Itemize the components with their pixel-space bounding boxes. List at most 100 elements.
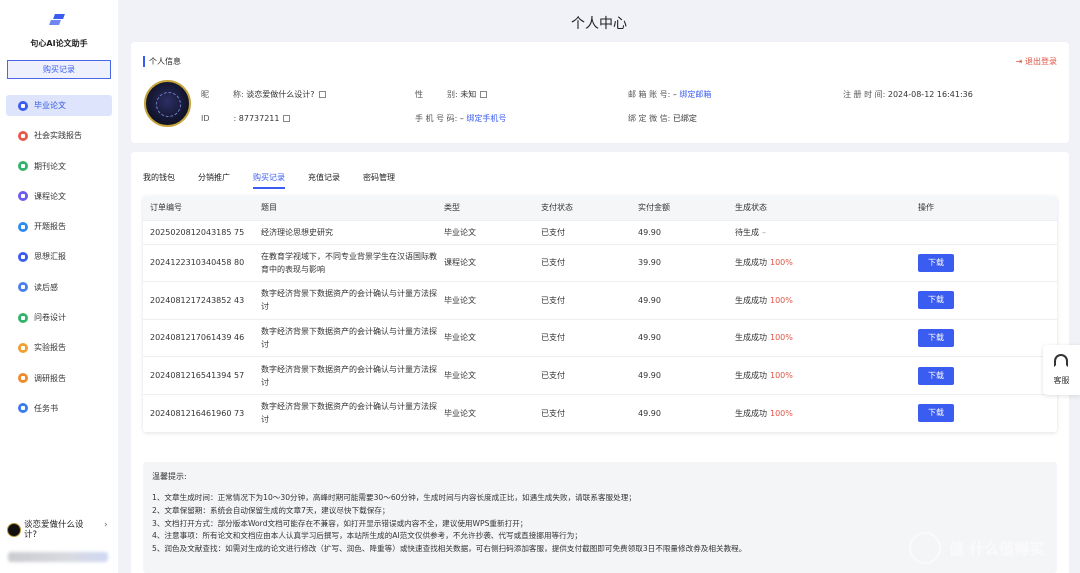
column-header: 支付状态 (534, 196, 631, 220)
sidebar-item-7[interactable]: 问卷设计 (6, 307, 112, 328)
copy-icon[interactable] (283, 115, 291, 122)
sidebar-item-4[interactable]: 开题报告 (6, 216, 112, 237)
wechat-label: 绑 定 微 信: (628, 114, 671, 123)
status-text: 待生成 (735, 227, 759, 237)
paid-amount: 49.90 (631, 281, 728, 320)
edit-icon[interactable] (318, 91, 326, 98)
bind-phone-link[interactable]: 绑定手机号 (466, 114, 506, 123)
sidebar-item-6[interactable]: 读后感 (6, 277, 112, 298)
paid-amount: 49.90 (631, 356, 728, 395)
action-cell: 下载 (911, 318, 1057, 357)
logout-button[interactable]: ⇥ 退出登录 (1016, 56, 1057, 67)
tip-line: 5、润色及文献查找：如需对生成的论文进行修改（扩写、润色、降重等）或快速查找相关… (152, 544, 747, 554)
tab-1[interactable]: 分销推广 (198, 172, 230, 189)
payment-status: 已支付 (534, 219, 631, 244)
sidebar-item-label: 读后感 (34, 282, 58, 292)
tab-0[interactable]: 我的钱包 (143, 172, 175, 189)
paid-amount: 39.90 (631, 243, 728, 282)
sidebar-item-label: 课程论文 (34, 191, 66, 201)
logout-label[interactable]: 退出登录 (1025, 57, 1057, 66)
edit-icon[interactable] (480, 91, 488, 98)
register-value: 2024-08-12 16:41:36 (887, 90, 973, 99)
tips-list: 1、文章生成时间：正常情况下为10～30分钟，高峰时期可能需要30～60分钟，生… (152, 492, 746, 556)
column-header: 类型 (437, 196, 534, 220)
headset-icon[interactable] (1054, 354, 1068, 367)
watermark-logo-icon (909, 532, 941, 564)
phone-row: 手 机 号 码: – 绑定手机号 (415, 113, 506, 124)
status-text: 生成成功 (735, 371, 767, 381)
sidebar-item-9[interactable]: 调研报告 (6, 368, 112, 389)
sidebar-item-label: 思想汇报 (34, 252, 66, 262)
paid-amount: 49.90 (631, 219, 728, 244)
wechat-row: 绑 定 微 信: 已绑定 (628, 113, 697, 124)
table-row: 2024081217061439 46 数字经济背景下数据资产的会计确认与计量方法… (143, 318, 1057, 357)
id-label: ID : (201, 114, 237, 123)
download-button[interactable]: 下载 (918, 291, 954, 310)
bind-email-link[interactable]: 绑定邮箱 (679, 90, 711, 99)
sidebar-item-5[interactable]: 思想汇报 (6, 246, 112, 267)
status-text: 生成成功 (735, 258, 767, 268)
sidebar-item-10[interactable]: 任务书 (6, 398, 112, 419)
course-icon (18, 191, 28, 202)
user-menu[interactable]: 谈恋爱做什么设计? › (0, 515, 118, 573)
order-title: 数字经济背景下数据资产的会计确认与计量方法探讨 (254, 318, 437, 357)
download-button[interactable]: 下载 (918, 404, 954, 423)
action-cell: 下载 (911, 393, 1057, 432)
action-cell: 下载 (911, 356, 1057, 395)
sidebar-item-label: 开题报告 (34, 222, 66, 232)
app-logo-icon (49, 14, 66, 26)
id-value: 87737211 (238, 114, 280, 123)
email-value: – (672, 90, 677, 99)
sidebar-item-label: 实验报告 (34, 343, 66, 353)
chevron-right-icon[interactable]: › (104, 520, 108, 530)
generation-status: 生成成功 100% (728, 356, 911, 395)
experiment-icon (18, 342, 28, 353)
tab-4[interactable]: 密码管理 (363, 172, 395, 189)
generation-status: 生成成功 100% (728, 318, 911, 357)
column-header: 订单编号 (143, 196, 254, 220)
email-label: 邮 箱 账 号: (628, 90, 671, 99)
progress-percent: 100% (770, 295, 793, 305)
sidebar-item-8[interactable]: 实验报告 (6, 337, 112, 358)
column-header: 生成状态 (728, 196, 911, 220)
questionnaire-icon (18, 312, 28, 323)
purchase-table: 订单编号 题目 类型 支付状态 实付金额 生成状态 操作 2025020812043185 … (143, 196, 1057, 432)
order-title: 数字经济背景下数据资产的会计确认与计量方法探讨 (254, 281, 437, 320)
sidebar-item-label: 任务书 (34, 403, 58, 413)
page-title: 个人中心 (571, 16, 627, 32)
purchase-records-button[interactable]: 购买记录 (7, 60, 111, 79)
tab-3[interactable]: 充值记录 (308, 172, 340, 189)
watermark-text: 值 什么值得买 (949, 539, 1045, 558)
user-avatar[interactable] (7, 523, 21, 537)
sidebar-item-3[interactable]: 课程论文 (6, 186, 112, 207)
download-button[interactable]: 下载 (918, 253, 954, 272)
customer-service-label[interactable]: 客服 (1043, 375, 1080, 386)
sidebar-item-label: 期刊论文 (34, 161, 66, 171)
customer-service-button[interactable]: 客服 (1043, 345, 1080, 395)
column-header: 操作 (911, 196, 1057, 220)
download-button[interactable]: 下载 (918, 366, 954, 385)
app-title: 句心AI论文助手 (30, 39, 88, 48)
sidebar-item-0[interactable]: 毕业论文 (6, 95, 112, 116)
generation-status: 生成成功 100% (728, 393, 911, 432)
journal-icon (18, 161, 28, 172)
progress-percent: 100% (770, 371, 793, 381)
register-label: 注 册 时 间: (843, 90, 886, 99)
phone-label: 手 机 号 码: (415, 114, 458, 123)
status-text: 生成成功 (735, 295, 767, 305)
table-row: 2024081216461960 73 数字经济背景下数据资产的会计确认与计量方法… (143, 393, 1057, 432)
order-type: 毕业论文 (437, 393, 534, 432)
tab-2[interactable]: 购买记录 (253, 172, 285, 189)
profile-avatar[interactable] (144, 80, 191, 127)
sidebar-item-2[interactable]: 期刊论文 (6, 156, 112, 177)
download-button[interactable]: 下载 (918, 328, 954, 347)
generation-status: 生成成功 100% (728, 281, 911, 320)
order-title: 在教育学视域下，不同专业背景学生在汉语国际教育中的表现与影响 (254, 243, 437, 282)
sidebar-item-1[interactable]: 社会实践报告 (6, 125, 112, 146)
user-name[interactable]: 谈恋爱做什么设计? (24, 520, 96, 540)
tip-line: 2、文章保留期：系统会自动保留生成的文章7天，建议尽快下载保存； (152, 505, 390, 515)
sidebar-item-label: 调研报告 (34, 373, 66, 383)
profile-card: 个人信息 ⇥ 退出登录 昵 称: 谈恋爱做什么设计? ID : 87737211… (131, 42, 1069, 143)
status-text: 生成成功 (735, 408, 767, 418)
action-cell (911, 219, 1057, 244)
